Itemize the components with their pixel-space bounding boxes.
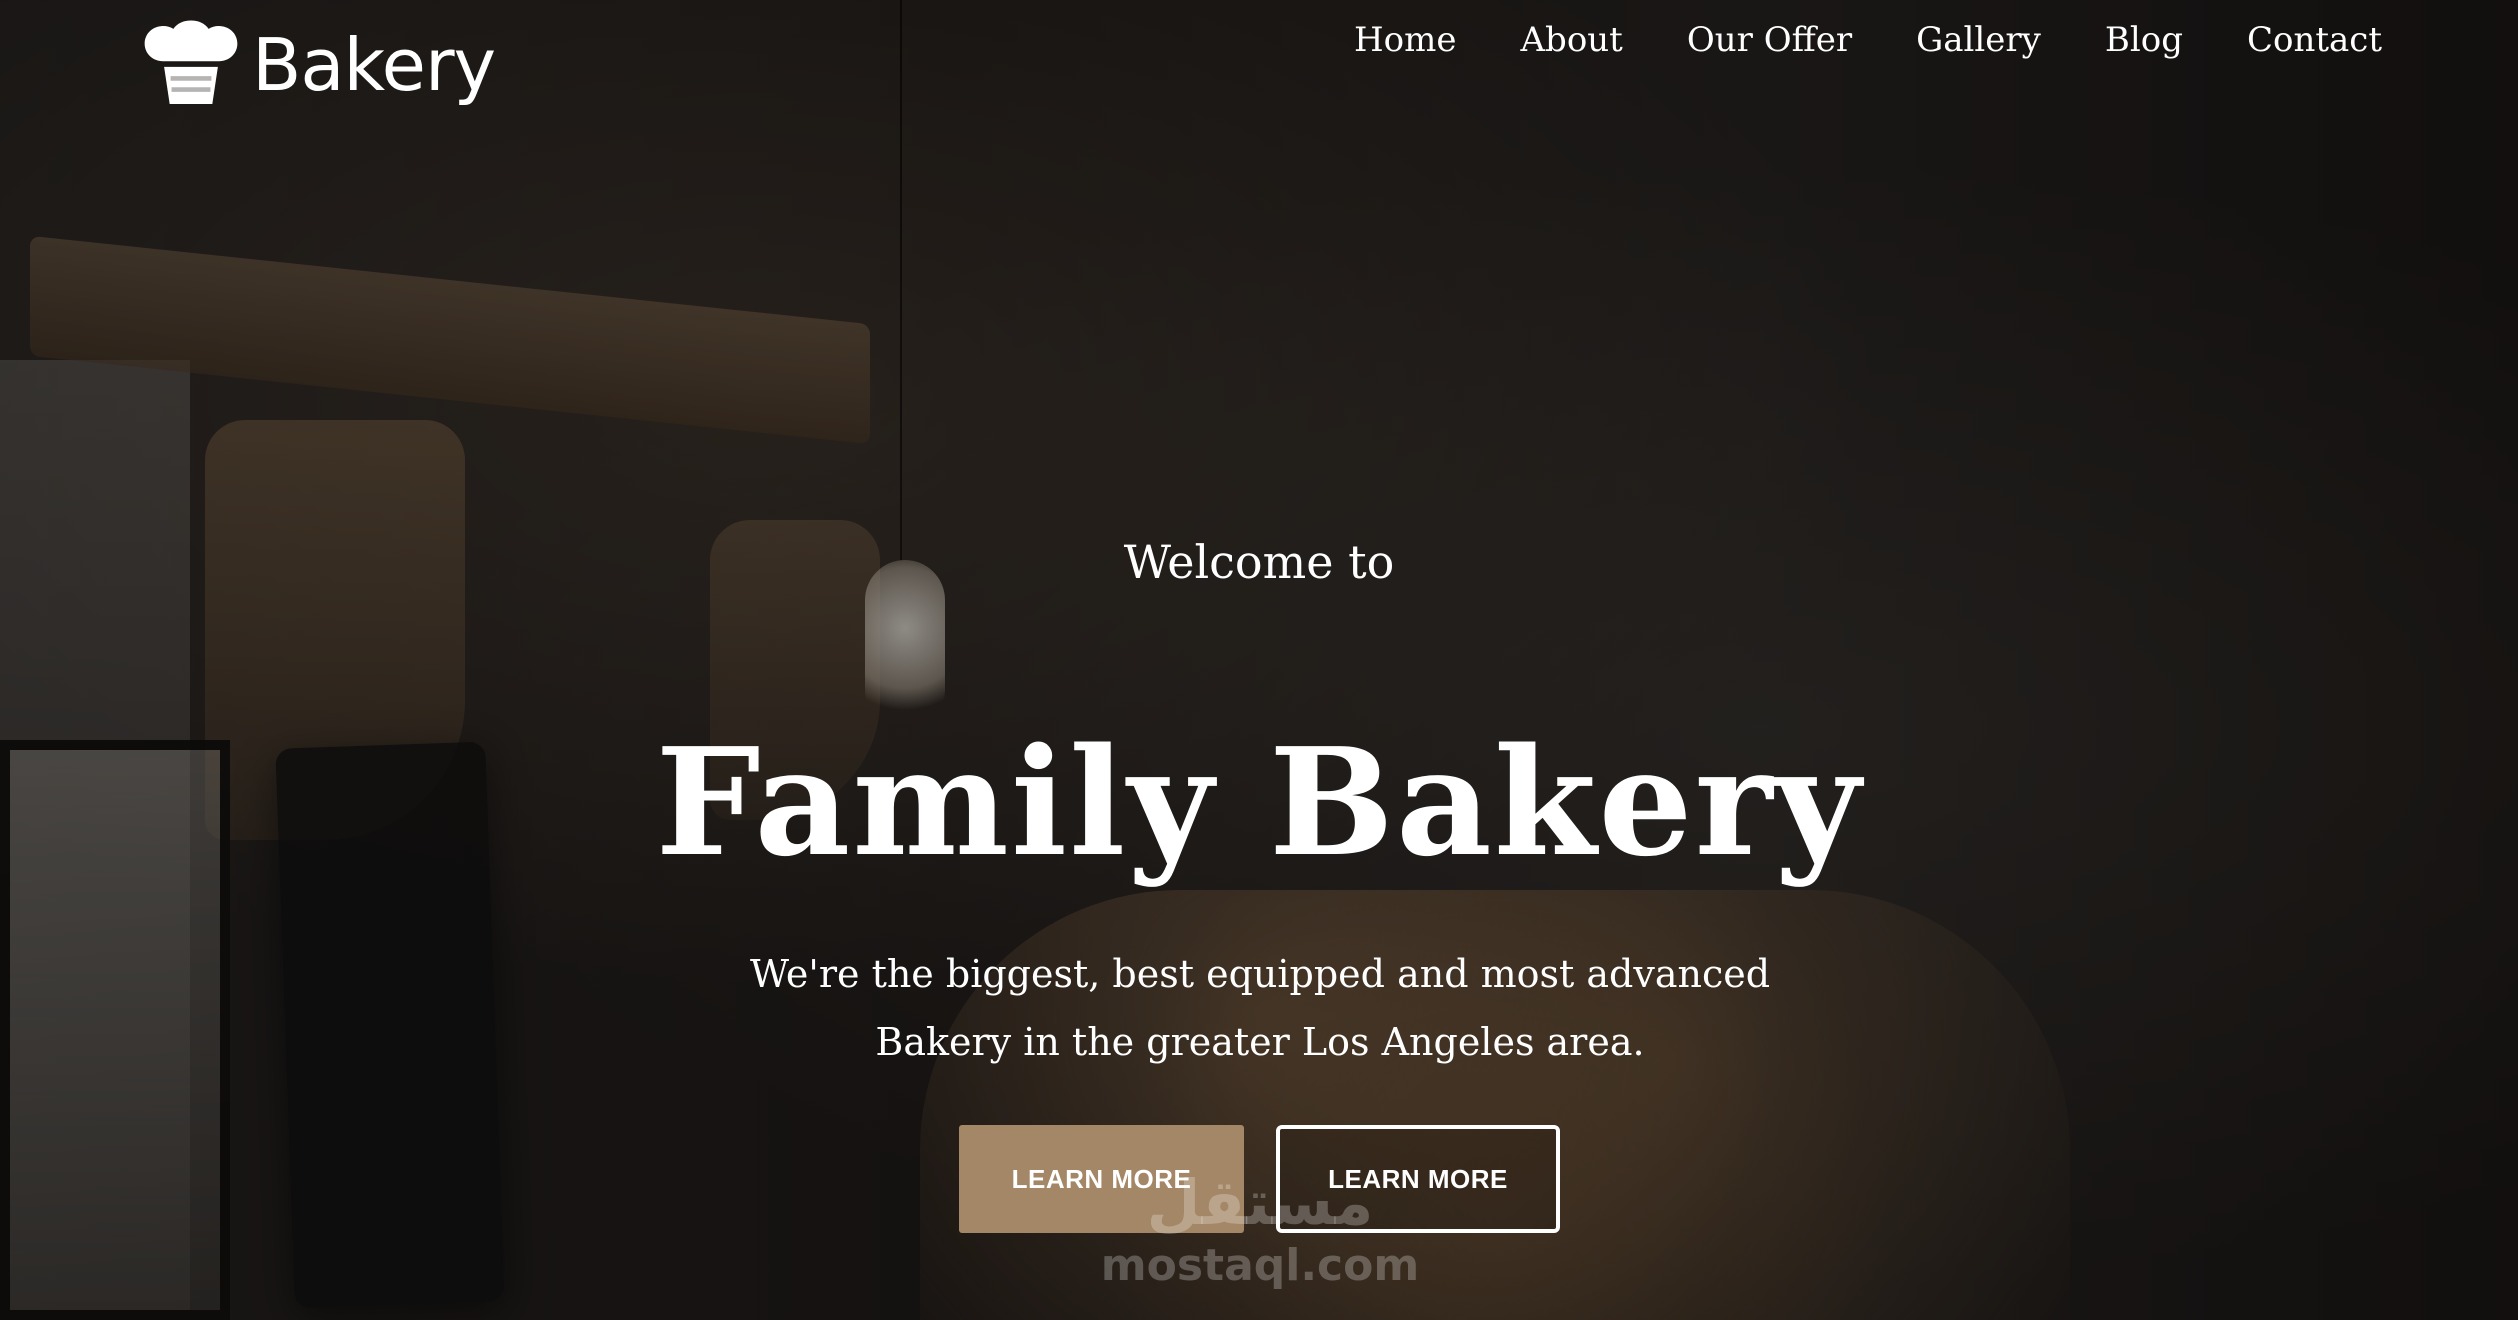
site-header: Bakery Home About Our Offer Gallery Blog… (0, 0, 2518, 120)
nav-item-home[interactable]: Home (1354, 10, 1456, 70)
nav-item-about[interactable]: About (1521, 10, 1623, 70)
chef-hat-icon (144, 20, 238, 104)
hero-welcome-text: Welcome to (1123, 535, 1395, 589)
nav-item-gallery[interactable]: Gallery (1916, 10, 2041, 70)
hero-title: Family Bakery (655, 715, 1863, 889)
background-overlay (0, 0, 2518, 1320)
brand-name: Bakery (252, 23, 496, 107)
watermark-url: mostaql.com (1100, 1240, 1420, 1291)
nav-item-contact[interactable]: Contact (2247, 10, 2382, 70)
hero-subtitle: We're the biggest, best equipped and mos… (749, 952, 1771, 1064)
watermark-arabic-text: مستقل (1146, 1166, 1374, 1239)
watermark: مستقل mostaql.com (1100, 1168, 1420, 1318)
nav-item-blog[interactable]: Blog (2105, 10, 2183, 70)
brand-logo[interactable]: Bakery (140, 20, 496, 110)
main-nav: Home About Our Offer Gallery Blog Contac… (1354, 10, 2382, 70)
hero-section: Bakery Home About Our Offer Gallery Blog… (0, 0, 2518, 1320)
nav-item-our-offer[interactable]: Our Offer (1687, 10, 1852, 70)
